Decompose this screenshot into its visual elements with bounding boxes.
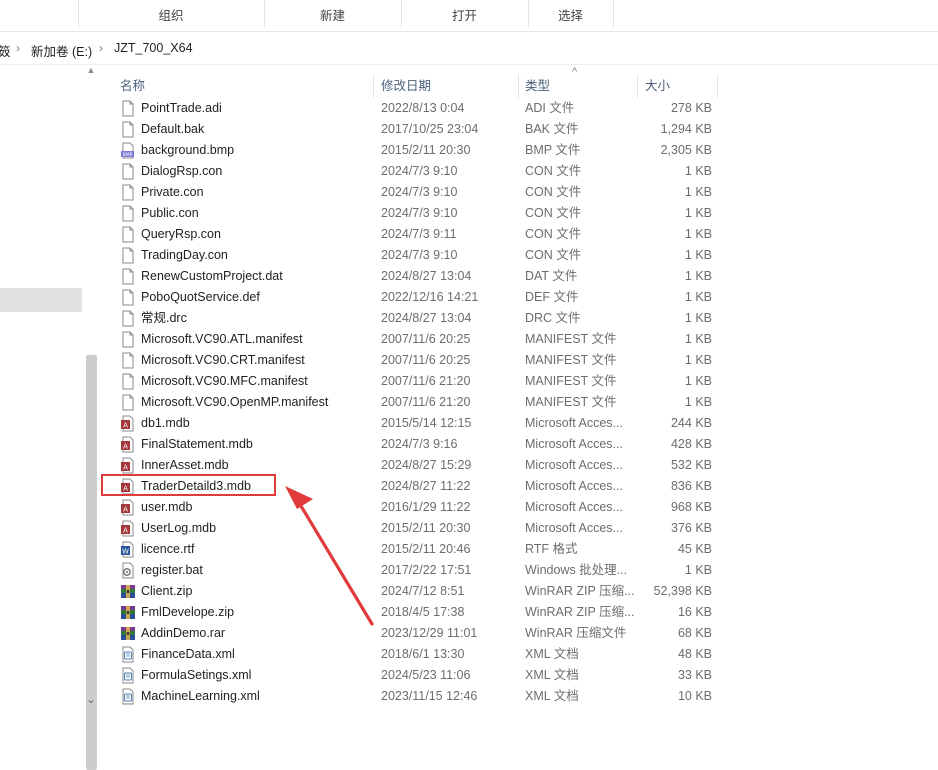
annotation-arrow xyxy=(285,486,374,626)
